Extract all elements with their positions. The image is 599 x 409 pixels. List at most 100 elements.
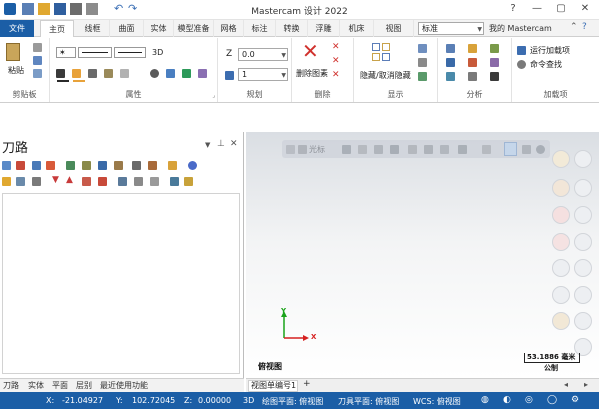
end-select-icon[interactable] bbox=[536, 145, 545, 154]
select-only-icon[interactable] bbox=[390, 145, 399, 154]
verify-select-icon[interactable] bbox=[504, 142, 517, 156]
undelete-icon[interactable]: ✕ bbox=[332, 70, 340, 80]
attribute-manager-icon[interactable] bbox=[198, 69, 207, 78]
view-iso-icon[interactable] bbox=[574, 259, 592, 277]
blank-icon[interactable] bbox=[418, 44, 427, 53]
regenerate-icon[interactable] bbox=[32, 161, 41, 170]
help-icon[interactable] bbox=[188, 161, 197, 170]
view-bottom-icon[interactable] bbox=[552, 259, 570, 277]
tool-manager-icon[interactable] bbox=[168, 161, 177, 170]
line-width-select[interactable] bbox=[114, 47, 146, 58]
drawing-plane-status[interactable]: 绘图平面: 俯视图 bbox=[262, 396, 323, 407]
toolpath-tree[interactable] bbox=[2, 193, 240, 374]
select-icon[interactable] bbox=[358, 145, 367, 154]
tab-levels[interactable]: 层别 bbox=[76, 380, 92, 391]
analyze-angle-icon[interactable] bbox=[446, 58, 455, 67]
shading-icon[interactable] bbox=[552, 312, 570, 330]
scroll-left-icon[interactable]: ◂ bbox=[564, 380, 568, 389]
tab-solids[interactable]: 实体 bbox=[144, 20, 174, 37]
delete-duplicates-icon[interactable]: ✕ bbox=[332, 42, 340, 52]
copy-icon[interactable] bbox=[33, 56, 42, 65]
analyze-contour-icon[interactable] bbox=[468, 58, 477, 67]
solid-color-icon[interactable] bbox=[72, 69, 81, 78]
delete-entity-icon[interactable]: ✕ bbox=[302, 40, 319, 62]
view-right-icon[interactable] bbox=[552, 233, 570, 251]
move-up-icon[interactable]: ▲ bbox=[66, 175, 73, 185]
wireframe-color-icon[interactable] bbox=[56, 69, 65, 78]
window-select-icon[interactable] bbox=[424, 145, 433, 154]
edit-icon[interactable] bbox=[184, 177, 193, 186]
collapse-ribbon-icon[interactable]: ⌃ bbox=[570, 22, 578, 32]
clear-colors-icon[interactable] bbox=[182, 69, 191, 78]
polygon-select-icon[interactable] bbox=[440, 145, 449, 154]
set-attributes-icon[interactable] bbox=[166, 69, 175, 78]
clear-select-icon[interactable] bbox=[522, 145, 531, 154]
cursor-icon[interactable] bbox=[298, 145, 307, 154]
rotate-icon[interactable] bbox=[574, 206, 592, 224]
viewsheet-tab-1[interactable]: 视图单编号1 bbox=[248, 380, 298, 392]
display-options-icon[interactable] bbox=[170, 177, 179, 186]
config-select[interactable]: 标准 ▼ bbox=[418, 22, 484, 35]
analyze-area-icon[interactable] bbox=[446, 72, 455, 81]
tab-toolpaths[interactable]: 刀路 bbox=[3, 380, 19, 391]
analyze-entity-icon[interactable] bbox=[446, 44, 455, 53]
verify-icon[interactable] bbox=[82, 161, 91, 170]
display-toggle-icon[interactable] bbox=[418, 58, 427, 67]
post-icon[interactable] bbox=[114, 161, 123, 170]
filter-icon[interactable] bbox=[150, 177, 159, 186]
maximize-icon[interactable]: ▢ bbox=[550, 2, 572, 16]
pin-icon[interactable]: ⊥ bbox=[217, 139, 225, 149]
copy-image-icon[interactable] bbox=[33, 69, 42, 78]
measure-icon[interactable] bbox=[574, 286, 592, 304]
tab-view[interactable]: 视图 bbox=[374, 20, 414, 37]
section-icon[interactable] bbox=[574, 312, 592, 330]
shaded-icon[interactable]: ◐ bbox=[503, 395, 511, 405]
panel-menu-icon[interactable]: ▼ bbox=[205, 141, 210, 149]
move-insert-icon[interactable] bbox=[98, 177, 107, 186]
run-addin-button[interactable]: 运行加载项 bbox=[530, 45, 570, 56]
cursor-label[interactable]: 光标 bbox=[309, 144, 325, 155]
hide-toolpath-icon[interactable] bbox=[32, 177, 41, 186]
backplot-icon[interactable] bbox=[66, 161, 75, 170]
paste-icon[interactable] bbox=[6, 43, 20, 61]
lock-icon[interactable] bbox=[2, 177, 11, 186]
vector-select-icon[interactable] bbox=[458, 145, 467, 154]
minimize-icon[interactable]: — bbox=[526, 2, 548, 16]
hide-unhide-button[interactable]: 隐藏/取消隐藏 bbox=[360, 70, 411, 81]
help-icon[interactable]: ? bbox=[502, 2, 524, 16]
view-top-icon[interactable] bbox=[552, 179, 570, 197]
zoom-in-icon[interactable] bbox=[574, 150, 592, 168]
zoom-out-icon[interactable] bbox=[574, 179, 592, 197]
dialog-launcher-icon[interactable]: ⌟ bbox=[212, 92, 215, 99]
view-back-icon[interactable] bbox=[552, 286, 570, 304]
sphere-icon[interactable] bbox=[150, 69, 159, 78]
high-speed-icon[interactable] bbox=[148, 161, 157, 170]
insert-arrow-icon[interactable] bbox=[82, 177, 91, 186]
z-depth-input[interactable]: 0.0 ▼ bbox=[238, 48, 288, 61]
tab-file[interactable]: 文件 bbox=[0, 20, 34, 37]
point-style-icon[interactable] bbox=[120, 69, 129, 78]
analyze-distance-icon[interactable] bbox=[468, 44, 477, 53]
area-select-icon[interactable] bbox=[482, 145, 491, 154]
select-all-icon[interactable] bbox=[2, 161, 11, 170]
tab-surfaces[interactable]: 曲面 bbox=[110, 20, 144, 37]
expand-icon[interactable] bbox=[118, 177, 127, 186]
toggle-display-icon[interactable] bbox=[132, 161, 141, 170]
tab-home[interactable]: 主页 bbox=[40, 20, 74, 38]
my-mastercam-link[interactable]: 我的 Mastercam bbox=[489, 23, 552, 34]
lock-icon[interactable] bbox=[286, 145, 295, 154]
hide-unhide-icon[interactable] bbox=[372, 43, 392, 63]
material-icon[interactable] bbox=[104, 69, 113, 78]
transparency-icon[interactable]: ◯ bbox=[547, 395, 557, 405]
delete-advanced-icon[interactable]: ✕ bbox=[332, 56, 340, 66]
fill-color-icon[interactable] bbox=[88, 69, 97, 78]
mode-3d-toggle[interactable]: 3D bbox=[243, 396, 254, 405]
simulate-icon[interactable] bbox=[98, 161, 107, 170]
wire-icon[interactable]: ◎ bbox=[525, 395, 533, 405]
point-style-select[interactable]: ✶ bbox=[56, 47, 76, 58]
tab-model-prep[interactable]: 模型准备 bbox=[174, 20, 214, 37]
paste-label[interactable]: 粘贴 bbox=[8, 65, 24, 76]
statistics-icon[interactable] bbox=[468, 72, 477, 81]
settings-icon[interactable]: ⚙ bbox=[571, 395, 579, 405]
tab-solids[interactable]: 实体 bbox=[28, 380, 44, 391]
